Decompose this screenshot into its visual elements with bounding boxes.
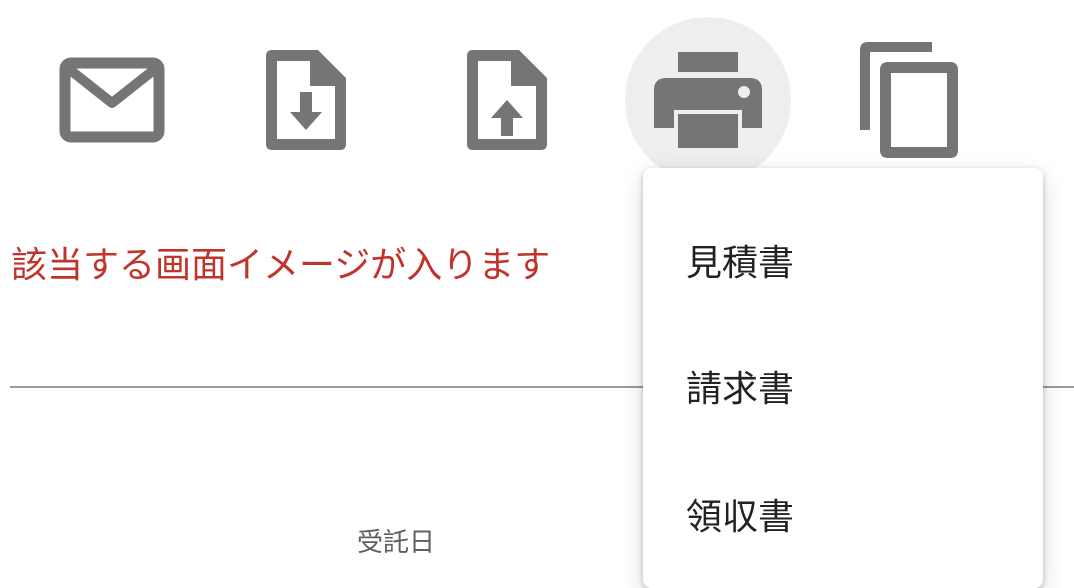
- file-upload-icon: [461, 46, 553, 154]
- menu-item-label: 領収書: [686, 497, 795, 538]
- file-download-icon: [260, 46, 352, 154]
- copy-button[interactable]: [826, 17, 992, 183]
- placeholder-text: 該当する画面イメージが入ります: [11, 245, 551, 286]
- mail-button[interactable]: [29, 17, 195, 183]
- printer-icon: [652, 50, 764, 150]
- mail-icon: [57, 55, 167, 145]
- print-button[interactable]: [625, 17, 791, 183]
- menu-item-estimate[interactable]: 見積書: [643, 205, 1043, 315]
- menu-item-label: 見積書: [686, 243, 795, 284]
- menu-item-invoice[interactable]: 請求書: [643, 331, 1043, 441]
- menu-item-label: 請求書: [686, 369, 795, 410]
- file-download-button[interactable]: [223, 17, 389, 183]
- received-date-label: 受託日: [357, 528, 436, 558]
- copy-icon: [854, 38, 964, 162]
- menu-item-receipt[interactable]: 領収書: [643, 459, 1043, 569]
- print-dropdown-menu: 見積書 請求書 領収書: [643, 168, 1043, 588]
- toolbar: [0, 0, 1074, 190]
- file-upload-button[interactable]: [424, 17, 590, 183]
